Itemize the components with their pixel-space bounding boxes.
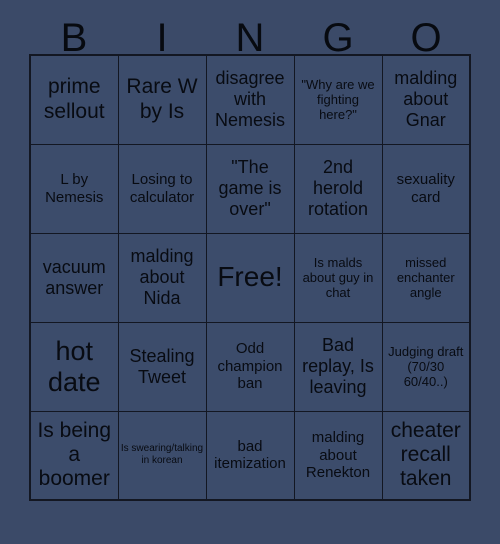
bingo-cell[interactable]: malding about Renekton: [293, 410, 383, 501]
bingo-cell-label: Judging draft (70/30 60/40..): [388, 343, 464, 390]
bingo-cell-label: "Why are we fighting here?": [301, 77, 375, 123]
bingo-cell[interactable]: bad itemization: [205, 410, 295, 501]
bingo-cell[interactable]: Odd champion ban: [205, 321, 295, 412]
bingo-cell-label: 2nd herold rotation: [307, 157, 369, 219]
bingo-grid: prime sellout Rare W by Is disagree with N…: [29, 54, 471, 501]
bingo-cell-label: malding about Nida: [130, 246, 194, 308]
bingo-cell-label: Rare W by Is: [126, 75, 198, 123]
bingo-header-letter: B: [60, 16, 88, 60]
bingo-cell-label: disagree with Nemesis: [214, 68, 285, 131]
bingo-header-letter: N: [235, 16, 265, 60]
bingo-header-letter: G: [322, 16, 354, 60]
bingo-row: Is being a boomer Is swearing/talking in …: [29, 410, 471, 501]
bingo-row: L by Nemesis Losing to calculator "The gam…: [29, 143, 471, 234]
bingo-cell-label: Is swearing/talking in korean: [120, 443, 204, 467]
bingo-header-letter: O: [410, 16, 442, 60]
bingo-cell[interactable]: sexuality card: [381, 143, 471, 234]
bingo-cell[interactable]: Stealing Tweet: [117, 321, 207, 412]
bingo-cell-label: malding about Gnar: [394, 68, 458, 131]
bingo-cell[interactable]: cheater recall taken: [381, 410, 471, 501]
bingo-cell[interactable]: prime sellout: [29, 54, 119, 145]
bingo-cell-label: vacuum answer: [42, 256, 106, 298]
bingo-cell[interactable]: Is swearing/talking in korean: [117, 410, 207, 501]
bingo-cell[interactable]: "The game is over": [205, 143, 295, 234]
bingo-cell-label: Odd champion ban: [217, 340, 283, 393]
bingo-cell[interactable]: malding about Gnar: [381, 54, 471, 145]
bingo-cell-label: hot date: [47, 336, 101, 397]
bingo-cell-label: missed enchanter angle: [396, 254, 455, 301]
bingo-cell-label: L by Nemesis: [45, 171, 104, 206]
bingo-header-letter: I: [156, 16, 168, 60]
bingo-cell-label: cheater recall taken: [390, 418, 461, 491]
bingo-cell-label: "The game is over": [218, 157, 282, 219]
bingo-card: B I N G O prime sellout Rare W by Is disagree …: [0, 0, 500, 544]
bingo-cell-label: prime sellout: [43, 75, 105, 123]
bingo-cell[interactable]: "Why are we fighting here?": [293, 54, 383, 145]
bingo-cell[interactable]: malding about Nida: [117, 232, 207, 323]
bingo-cell[interactable]: Rare W by Is: [117, 54, 207, 145]
bingo-row: prime sellout Rare W by Is disagree with N…: [29, 54, 471, 145]
bingo-row: vacuum answer malding about Nida Free! Is m…: [29, 232, 471, 323]
bingo-grid-body: prime sellout Rare W by Is disagree with N…: [29, 54, 471, 501]
bingo-cell[interactable]: Judging draft (70/30 60/40..): [381, 321, 471, 412]
bingo-cell[interactable]: Is being a boomer: [29, 410, 119, 501]
bingo-cell-label: bad itemization: [214, 437, 286, 473]
bingo-cell-label: Stealing Tweet: [129, 345, 195, 387]
bingo-cell-label: Is being a boomer: [37, 418, 112, 491]
bingo-cell-label: sexuality card: [396, 171, 455, 206]
bingo-cell[interactable]: Is malds about guy in chat: [293, 232, 383, 323]
bingo-cell[interactable]: 2nd herold rotation: [293, 143, 383, 234]
bingo-cell[interactable]: Bad replay, Is leaving: [293, 321, 383, 412]
bingo-cell[interactable]: L by Nemesis: [29, 143, 119, 234]
bingo-free-cell[interactable]: Free!: [205, 232, 295, 323]
bingo-cell-label: Losing to calculator: [129, 171, 195, 206]
bingo-cell[interactable]: vacuum answer: [29, 232, 119, 323]
bingo-header: BINGO: [30, 0, 470, 60]
bingo-cell-label: Bad replay, Is leaving: [302, 335, 374, 397]
bingo-cell[interactable]: disagree with Nemesis: [205, 54, 295, 145]
bingo-cell[interactable]: missed enchanter angle: [381, 232, 471, 323]
bingo-cell-label: Is malds about guy in chat: [302, 254, 374, 301]
bingo-cell[interactable]: hot date: [29, 321, 119, 412]
bingo-cell[interactable]: Losing to calculator: [117, 143, 207, 234]
bingo-row: hot date Stealing Tweet Odd champion ban Ba…: [29, 321, 471, 412]
bingo-cell-label: malding about Renekton: [305, 429, 371, 481]
bingo-cell-label: Free!: [217, 261, 283, 293]
